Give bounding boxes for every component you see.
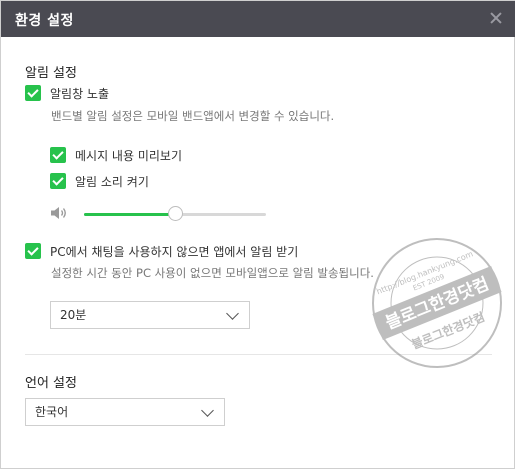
sound-option[interactable]: 알림 소리 켜기 [50, 172, 149, 190]
watermark-top-text: http://blog.hankyung.com [375, 249, 474, 296]
language-select[interactable]: 한국어 [25, 398, 225, 426]
language-section-title: 언어 설정 [25, 376, 77, 391]
idle-time-select[interactable]: 20분 [50, 301, 250, 329]
language-value: 한국어 [35, 405, 69, 419]
chevron-down-icon [226, 307, 239, 320]
chevron-down-icon [201, 404, 214, 417]
settings-window: 환경 설정 알림 설정 알림창 노출 밴드별 알림 설정은 모바일 밴드앱에서 … [0, 0, 515, 469]
watermark-main-text: 블로그한경닷컴 [382, 273, 491, 333]
show-popup-label: 알림창 노출 [50, 86, 110, 101]
show-popup-option[interactable]: 알림창 노출 [25, 84, 109, 102]
volume-thumb[interactable] [168, 206, 183, 221]
preview-checkbox[interactable] [50, 147, 66, 163]
close-icon[interactable] [488, 10, 504, 26]
pc-idle-option[interactable]: PC에서 채팅을 사용하지 않으면 앱에서 알림 받기 [25, 242, 298, 260]
notification-section-title: 알림 설정 [25, 66, 77, 81]
section-divider [25, 354, 492, 355]
title-bar: 환경 설정 [1, 1, 515, 37]
show-popup-description: 밴드별 알림 설정은 모바일 밴드앱에서 변경할 수 있습니다. [51, 109, 335, 123]
watermark-stamp: 블로그한경닷컴 http://blog.hankyung.com EST 200… [372, 238, 502, 368]
preview-label: 메시지 내용 미리보기 [75, 148, 182, 163]
sound-checkbox[interactable] [50, 173, 66, 189]
sound-label: 알림 소리 켜기 [75, 174, 149, 189]
watermark-bottom-text: 블로그한경닷컴 [409, 309, 486, 352]
volume-slider[interactable] [84, 206, 266, 222]
pc-idle-checkbox[interactable] [25, 243, 41, 259]
idle-time-value: 20분 [60, 308, 87, 322]
pc-idle-label: PC에서 채팅을 사용하지 않으면 앱에서 알림 받기 [50, 244, 299, 259]
window-title: 환경 설정 [15, 13, 74, 29]
volume-fill [84, 213, 175, 216]
speaker-icon [51, 207, 66, 219]
watermark-small-text: EST 2009 [412, 273, 446, 293]
show-popup-checkbox[interactable] [25, 85, 41, 101]
preview-option[interactable]: 메시지 내용 미리보기 [50, 146, 182, 164]
pc-idle-description: 설정한 시간 동안 PC 사용이 없으면 모바일앱으로 알림 발송됩니다. [51, 266, 374, 280]
